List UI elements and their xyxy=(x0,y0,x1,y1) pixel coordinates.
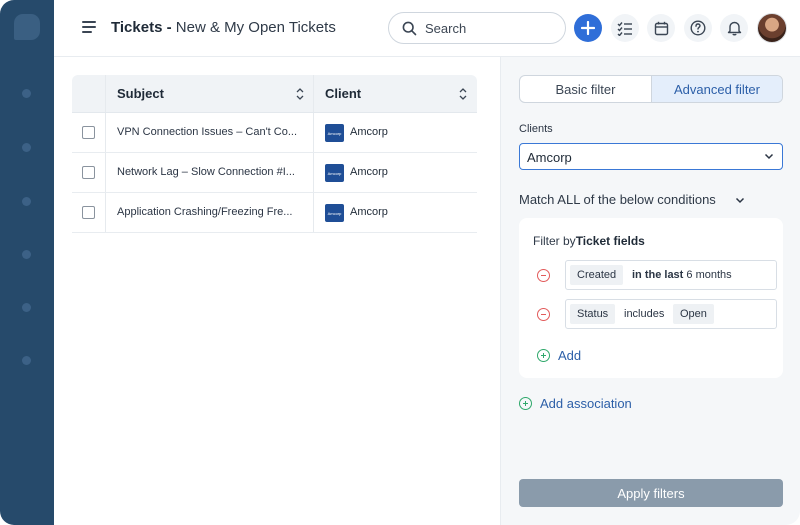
left-nav-rail xyxy=(0,0,54,525)
row-checkbox[interactable] xyxy=(82,126,95,139)
apply-filters-button[interactable]: Apply filters xyxy=(519,479,783,507)
condition-text: in the last 6 months xyxy=(632,269,732,281)
tab-advanced-filter[interactable]: Advanced filter xyxy=(651,76,782,102)
clients-select[interactable]: Amcorp xyxy=(519,143,783,170)
condition-row[interactable]: Status includes Open xyxy=(565,299,777,329)
row-checkbox[interactable] xyxy=(82,166,95,179)
add-condition-label: Add xyxy=(558,348,582,363)
remove-condition-icon[interactable] xyxy=(537,269,550,282)
match-conditions-label: Match ALL of the below conditions xyxy=(519,192,716,207)
column-header-client[interactable]: Client xyxy=(325,86,361,101)
avatar[interactable] xyxy=(757,13,787,43)
add-association-label: Add association xyxy=(540,396,632,411)
client-logo: Amcorp xyxy=(325,164,344,182)
condition-group-card: Filter byTicket fields Created in the la… xyxy=(519,218,783,378)
table-row[interactable]: VPN Connection Issues – Can't Co... Amco… xyxy=(72,113,477,153)
row-checkbox[interactable] xyxy=(82,206,95,219)
checklist-icon xyxy=(617,21,632,36)
ticket-subject[interactable]: VPN Connection Issues – Can't Co... xyxy=(117,126,305,138)
filter-by-heading: Filter byTicket fields xyxy=(533,234,645,248)
ticket-client[interactable]: Amcorp xyxy=(350,166,388,178)
nav-item-icon[interactable] xyxy=(22,197,31,206)
sort-icon[interactable] xyxy=(459,87,467,101)
nav-item-icon[interactable] xyxy=(22,143,31,152)
nav-item-icon[interactable] xyxy=(22,356,31,365)
client-logo: Amcorp xyxy=(325,204,344,222)
match-conditions-dropdown[interactable]: Match ALL of the below conditions xyxy=(519,192,745,207)
page-title-view: New & My Open Tickets xyxy=(175,19,336,36)
app-window: Tickets - New & My Open Tickets Search S… xyxy=(0,0,800,525)
page-title-module: Tickets - xyxy=(111,19,172,36)
chevron-down-icon xyxy=(735,197,745,204)
add-icon xyxy=(519,397,532,410)
table-row[interactable]: Network Lag – Slow Connection #I... Amco… xyxy=(72,153,477,193)
help-button[interactable] xyxy=(684,14,712,42)
nav-item-icon[interactable] xyxy=(22,303,31,312)
help-icon xyxy=(690,20,706,36)
chevron-down-icon xyxy=(764,153,774,160)
condition-row[interactable]: Created in the last 6 months xyxy=(565,260,777,290)
table-row[interactable]: Application Crashing/Freezing Fre... Amc… xyxy=(72,193,477,233)
client-logo: Amcorp xyxy=(325,124,344,142)
notifications-button[interactable] xyxy=(720,14,748,42)
table-header: Subject Client xyxy=(72,75,477,113)
ticket-subject[interactable]: Application Crashing/Freezing Fre... xyxy=(117,206,305,218)
sort-icon[interactable] xyxy=(296,87,304,101)
condition-field-chip[interactable]: Status xyxy=(570,304,616,324)
condition-value-chip[interactable]: Open xyxy=(673,304,714,324)
plus-icon xyxy=(581,21,595,35)
clients-select-value: Amcorp xyxy=(527,150,572,165)
calendar-button[interactable] xyxy=(647,14,675,42)
filter-panel: Basic filter Advanced filter Clients Amc… xyxy=(500,57,800,525)
page-title: Tickets - New & My Open Tickets xyxy=(111,19,336,36)
filter-mode-toggle: Basic filter Advanced filter xyxy=(519,75,783,103)
calendar-icon xyxy=(654,21,668,35)
bell-icon xyxy=(727,21,741,36)
create-button[interactable] xyxy=(574,14,602,42)
top-header: Tickets - New & My Open Tickets Search xyxy=(54,0,800,57)
condition-operator: includes xyxy=(624,308,665,320)
app-logo-icon[interactable] xyxy=(14,14,40,40)
tickets-table: Subject Client VPN Connection Issues – C… xyxy=(72,75,477,233)
ticket-subject[interactable]: Network Lag – Slow Connection #I... xyxy=(117,166,305,178)
search-icon xyxy=(402,21,417,36)
search-placeholder: Search xyxy=(425,21,467,36)
ticket-client[interactable]: Amcorp xyxy=(350,126,388,138)
filter-by-entity: Ticket fields xyxy=(575,234,645,248)
tab-basic-filter[interactable]: Basic filter xyxy=(520,76,651,102)
menu-icon[interactable] xyxy=(82,21,96,33)
condition-field-chip[interactable]: Created xyxy=(570,265,624,285)
nav-item-icon[interactable] xyxy=(22,89,31,98)
add-icon xyxy=(537,349,550,362)
search-input[interactable]: Search xyxy=(388,12,566,44)
tasks-button[interactable] xyxy=(611,14,639,42)
column-header-subject[interactable]: Subject xyxy=(117,86,164,101)
remove-condition-icon[interactable] xyxy=(537,308,550,321)
ticket-client[interactable]: Amcorp xyxy=(350,206,388,218)
clients-label: Clients xyxy=(519,123,553,135)
filter-by-prefix: Filter by xyxy=(533,234,576,248)
nav-item-icon[interactable] xyxy=(22,250,31,259)
